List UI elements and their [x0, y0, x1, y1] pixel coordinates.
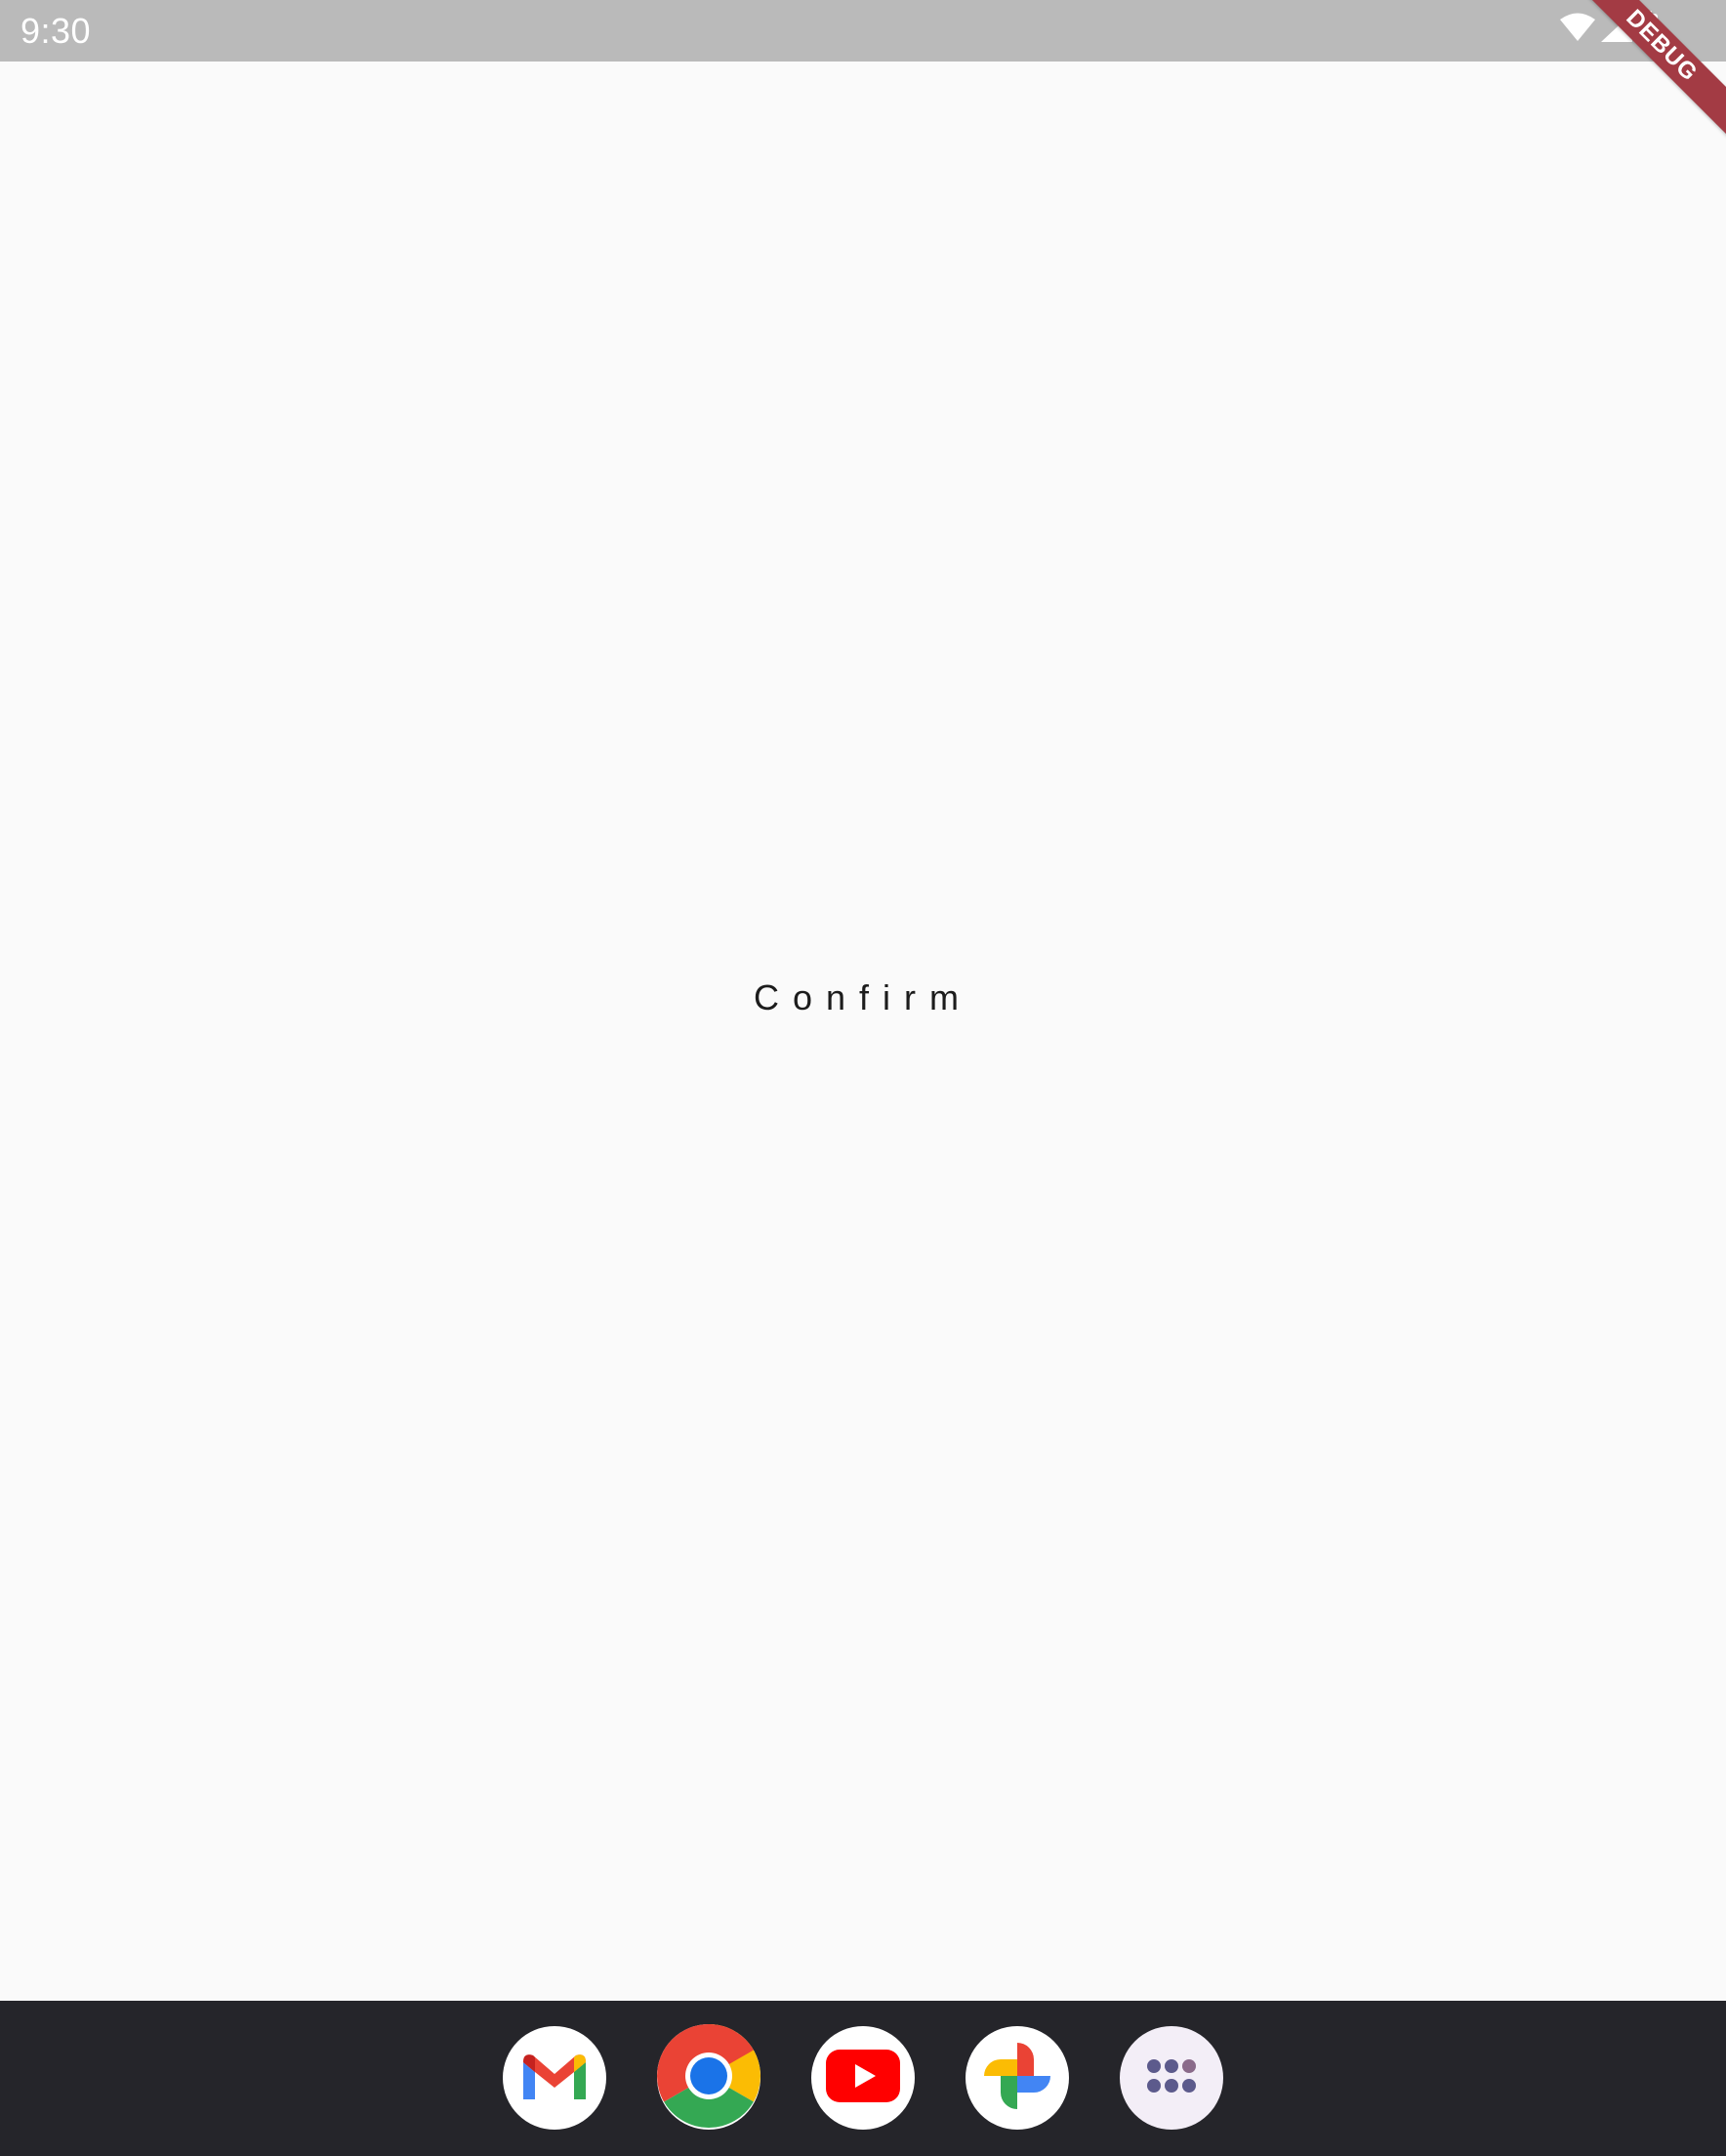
cellular-signal-icon	[1601, 12, 1632, 47]
gmail-icon	[519, 2049, 590, 2108]
status-time: 9:30	[21, 11, 92, 51]
dock	[0, 2001, 1726, 2156]
confirm-text[interactable]: Confirm	[0, 977, 1726, 1018]
wifi-icon	[1560, 13, 1595, 47]
photos-icon	[978, 2037, 1056, 2120]
status-bar: 9:30	[0, 0, 1726, 62]
status-icons	[1560, 10, 1658, 49]
photos-app[interactable]	[966, 2026, 1069, 2130]
app-drawer-button[interactable]	[1120, 2026, 1223, 2130]
android-screen: 9:30 DEBUG Confirm	[0, 0, 1726, 2156]
app-drawer-icon	[1146, 2058, 1197, 2098]
youtube-icon	[826, 2049, 900, 2107]
chrome-icon	[656, 2023, 761, 2133]
dock-icons	[0, 2023, 1726, 2133]
youtube-app[interactable]	[811, 2026, 915, 2130]
main-content: Confirm	[0, 62, 1726, 2001]
chrome-app[interactable]	[656, 2023, 761, 2133]
gmail-app[interactable]	[503, 2026, 606, 2130]
battery-icon	[1638, 10, 1658, 49]
